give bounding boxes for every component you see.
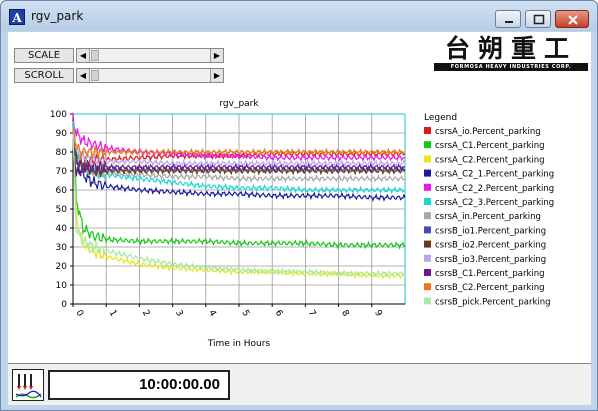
x-tick-label: 0 bbox=[73, 309, 85, 319]
scale-scrollbar[interactable]: ◀ ▶ bbox=[76, 48, 224, 63]
close-button[interactable] bbox=[555, 10, 589, 28]
chart-title: rgv_park bbox=[219, 99, 259, 109]
x-tick-label: 9 bbox=[372, 309, 384, 319]
y-tick-label: 30 bbox=[56, 243, 68, 253]
legend-entry: csrsB_C2.Percent_parking bbox=[435, 283, 545, 293]
legend-swatch bbox=[424, 198, 431, 205]
title-bar[interactable]: A rgv_park bbox=[1, 1, 597, 31]
legend-swatch bbox=[424, 226, 431, 234]
legend-entry: csrsB_io3.Percent_parking bbox=[435, 255, 546, 265]
y-tick-label: 80 bbox=[56, 148, 68, 158]
legend-entry: csrsA_in.Percent_parking bbox=[435, 212, 541, 222]
legend-entry: csrsA_C1.Percent_parking bbox=[435, 141, 545, 151]
status-bar: 10:00:00.00 bbox=[8, 363, 591, 405]
legend-swatch bbox=[424, 141, 431, 149]
legend-entry: csrsA_io.Percent_parking bbox=[435, 127, 541, 137]
x-tick-label: 6 bbox=[273, 309, 285, 319]
legend-swatch bbox=[424, 183, 431, 191]
maximize-button[interactable] bbox=[525, 10, 551, 28]
legend-swatch bbox=[424, 283, 431, 291]
x-axis-title: Time in Hours bbox=[207, 339, 271, 349]
scroll-right-arrow-icon[interactable]: ▶ bbox=[210, 69, 223, 82]
y-tick-label: 60 bbox=[56, 186, 68, 196]
company-logo: 台朔重工 FORMOSA HEAVY INDUSTRIES CORP. bbox=[434, 36, 588, 72]
x-tick-label: 7 bbox=[306, 309, 318, 319]
x-tick-label: 3 bbox=[173, 309, 185, 319]
logo-english-text: FORMOSA HEAVY INDUSTRIES CORP. bbox=[434, 63, 588, 71]
x-tick-label: 4 bbox=[206, 309, 218, 319]
legend-entry: csrsB_C1.Percent_parking bbox=[435, 269, 545, 279]
x-tick-label: 1 bbox=[107, 309, 119, 319]
scroll-left-arrow-icon[interactable]: ◀ bbox=[77, 49, 90, 62]
y-tick-label: 70 bbox=[56, 167, 68, 177]
y-tick-label: 50 bbox=[56, 205, 68, 215]
scroll-scrollbar[interactable]: ◀ ▶ bbox=[76, 68, 224, 83]
scale-scroll-thumb[interactable] bbox=[91, 50, 99, 61]
legend-swatch bbox=[424, 127, 431, 134]
scroll-button[interactable]: SCROLL bbox=[14, 68, 74, 83]
client-area: SCALE ◀ ▶ SCROLL ◀ ▶ 台朔重工 FORMOSA HEAVY … bbox=[8, 32, 591, 363]
y-tick-label: 90 bbox=[56, 129, 68, 139]
legend-title: Legend bbox=[424, 113, 457, 123]
window-title: rgv_park bbox=[31, 9, 84, 23]
y-tick-label: 10 bbox=[56, 281, 68, 291]
legend-entry: csrsB_io2.Percent_parking bbox=[435, 241, 546, 251]
x-tick-label: 2 bbox=[140, 309, 152, 319]
minimize-button[interactable] bbox=[495, 10, 521, 28]
trend-chart: 0 10 20 30 40 50 60 70 80 90 100 0 1 2 3 4 5 6 7 8 9 rgv_park… bbox=[50, 99, 554, 349]
close-icon bbox=[568, 15, 578, 25]
legend-swatch bbox=[424, 254, 431, 262]
legend-entry: csrsA_C2.Percent_parking bbox=[435, 155, 545, 165]
legend-swatch bbox=[424, 297, 431, 305]
legend-entry: csrsA_C2_3.Percent_parking bbox=[435, 198, 554, 208]
maximize-icon bbox=[533, 14, 545, 25]
logo-chinese-text: 台朔重工 bbox=[444, 34, 577, 63]
y-tick-label: 0 bbox=[61, 300, 67, 310]
x-tick-label: 8 bbox=[339, 309, 351, 319]
minimize-icon bbox=[505, 21, 513, 23]
scroll-scroll-thumb[interactable] bbox=[91, 70, 99, 81]
legend-entry: csrsA_C2_1.Percent_parking bbox=[435, 170, 554, 180]
x-tick-label: 5 bbox=[239, 309, 251, 319]
app-icon: A bbox=[9, 9, 25, 25]
legend-swatch bbox=[424, 155, 431, 163]
scroll-left-arrow-icon[interactable]: ◀ bbox=[77, 69, 90, 82]
y-tick-label: 20 bbox=[56, 262, 68, 272]
app-window: A rgv_park SCALE ◀ ▶ SCROLL ◀ ▶ 台朔重工 FOR… bbox=[0, 0, 598, 411]
legend-swatch bbox=[424, 240, 431, 248]
legend-entry: csrsB_io1.Percent_parking bbox=[435, 226, 546, 236]
scale-button[interactable]: SCALE bbox=[14, 48, 74, 63]
legend-swatch bbox=[424, 269, 431, 276]
legend-swatch bbox=[424, 169, 431, 177]
legend-entry: csrsA_C2_2.Percent_parking bbox=[435, 184, 554, 194]
recorder-pens-icon[interactable] bbox=[12, 369, 44, 401]
y-tick-label: 100 bbox=[50, 110, 67, 120]
legend-entry: csrsB_pick.Percent_parking bbox=[435, 297, 551, 307]
scroll-right-arrow-icon[interactable]: ▶ bbox=[210, 49, 223, 62]
y-tick-label: 40 bbox=[56, 224, 68, 234]
simulation-clock: 10:00:00.00 bbox=[48, 370, 230, 400]
legend-swatch bbox=[424, 212, 431, 220]
